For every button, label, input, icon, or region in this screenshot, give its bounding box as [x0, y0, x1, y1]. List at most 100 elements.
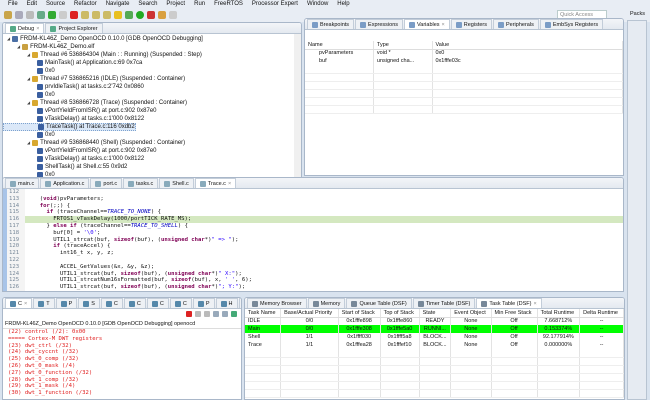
debug-tree-frame[interactable]: vPortYieldFromISR() at port.c:902 0x87e0 — [3, 107, 157, 115]
debug-tree-frame[interactable]: vTaskDelay() at tasks.c:1'000 0x8122 — [3, 155, 144, 163]
tab-c[interactable]: C — [146, 298, 169, 308]
remove-launch-icon[interactable] — [195, 311, 201, 317]
tab-expressions[interactable]: Expressions — [355, 19, 404, 29]
debug-tree-thread[interactable]: ◢ Thread #7 536865216 (IDLE) (Suspended :… — [3, 75, 185, 83]
debug-tree-frame[interactable]: 0x0 — [3, 91, 55, 99]
task-row[interactable]: Shell 1/1 0x1ffff030 0x1ffff5a8 BLOCK... None… — [245, 333, 624, 341]
tab-registers[interactable]: Registers — [450, 19, 492, 29]
expand-arrow-icon[interactable]: ◢ — [27, 139, 30, 147]
debug-tree-frame[interactable]: TraceTask() at Trace.c:116 0xdb2 — [3, 123, 136, 131]
close-icon[interactable]: × — [533, 299, 536, 309]
flash-icon[interactable] — [114, 11, 122, 19]
tab-tasks-c[interactable]: tasks.c — [123, 178, 159, 188]
variable-row[interactable]: pvParameters void * 0x0 — [305, 49, 623, 57]
debug-icon[interactable] — [125, 11, 133, 19]
console-output[interactable]: (22) control (/2): 0x00 ===== Cortex-M DW… — [3, 328, 241, 397]
debug-tree-launch[interactable]: ◢ FRDM-KL46Z_Demo OpenOCD 0.10.0 [GDB Ope… — [3, 35, 203, 43]
build-icon[interactable] — [37, 11, 45, 19]
column-header[interactable]: Name — [305, 41, 374, 50]
tab-debug[interactable]: Debug × — [5, 23, 45, 34]
menu-edit[interactable]: Edit — [27, 0, 37, 8]
scrollbar[interactable] — [294, 34, 301, 181]
external-tools-icon[interactable] — [147, 11, 155, 19]
tab-trace-c[interactable]: Trace.c × — [194, 178, 237, 189]
menu-file[interactable]: File — [8, 0, 18, 8]
tab-q[interactable]: Q — [238, 298, 241, 308]
tab-task-table-dsf-[interactable]: Task Table (DSF) × — [476, 298, 542, 309]
debug-tree-frame[interactable]: 0x0 — [3, 67, 55, 75]
tab-project-explorer[interactable]: Project Explorer — [45, 23, 103, 33]
save-all-icon[interactable] — [26, 11, 34, 19]
expand-arrow-icon[interactable]: ◢ — [27, 99, 30, 107]
column-header[interactable]: Total Runtime — [537, 309, 581, 318]
tab-memory-browser[interactable]: Memory Browser — [247, 298, 307, 308]
scroll-lock-icon[interactable] — [213, 311, 219, 317]
clear-console-icon[interactable] — [204, 311, 210, 317]
save-icon[interactable] — [15, 11, 23, 19]
column-header[interactable]: Task Name — [245, 309, 282, 318]
tab-peripherals[interactable]: Peripherals — [493, 19, 539, 29]
expand-arrow-icon[interactable]: ◢ — [7, 35, 10, 43]
task-row[interactable]: IDLE 0/0 0x1fffe898 0x1fffe860 READY None Off 7… — [245, 317, 624, 325]
debug-tree-thread[interactable]: ◢ Thread #8 536866728 (Trace) (Suspended … — [3, 99, 187, 107]
close-icon[interactable]: × — [442, 20, 445, 30]
tab-h[interactable]: H — [215, 298, 238, 308]
menu-navigate[interactable]: Navigate — [106, 0, 130, 8]
menu-project[interactable]: Project — [166, 0, 185, 8]
menu-refactor[interactable]: Refactor — [74, 0, 97, 8]
tab-p[interactable]: P — [192, 298, 215, 308]
column-header[interactable]: Value — [432, 41, 623, 50]
debug-tree-frame[interactable]: MainTask() at Application.c:69 0x7ca — [3, 59, 142, 67]
task-row[interactable]: Trace 1/1 0x1fffea28 0x1fffef10 BLOCK... None… — [245, 341, 624, 349]
tab-s[interactable]: S — [78, 298, 100, 308]
menu-processor-expert[interactable]: Processor Expert — [252, 0, 298, 8]
task-row[interactable]: Main 0/0 0x1fffe308 0x1fffe5a0 RUNNI... None O… — [245, 325, 624, 333]
step-over-icon[interactable] — [92, 11, 100, 19]
tab-application-c[interactable]: Application.c — [40, 178, 90, 188]
expand-arrow-icon[interactable]: ◢ — [27, 75, 30, 83]
perspective-packs[interactable]: Packs — [630, 11, 645, 17]
tab-t[interactable]: T — [33, 298, 55, 308]
menu-source[interactable]: Source — [46, 0, 65, 8]
debug-tree-frame[interactable]: ShellTask() at Shell.c:55 0x9d2 — [3, 163, 127, 171]
close-icon[interactable]: × — [24, 299, 27, 309]
column-header[interactable]: Event Object — [450, 309, 492, 318]
forward-icon[interactable] — [169, 11, 177, 19]
column-header[interactable]: Top of Stack — [380, 309, 420, 318]
pin-console-icon[interactable] — [222, 311, 228, 317]
column-header[interactable]: Type — [373, 41, 433, 50]
tab-p[interactable]: P — [55, 298, 78, 308]
close-icon[interactable]: × — [36, 24, 39, 34]
debug-tree-frame[interactable]: prvIdleTask() at tasks.c:2'742 0x0860 — [3, 83, 144, 91]
debug-tree-frame[interactable]: 0x0 — [3, 131, 55, 139]
step-into-icon[interactable] — [81, 11, 89, 19]
variable-row[interactable]: buf unsigned cha... 0x1fffe03c — [305, 57, 623, 65]
close-icon[interactable]: × — [228, 179, 231, 189]
tab-memory[interactable]: Memory — [307, 298, 346, 308]
tab-embsys-registers[interactable]: EmbSys Registers — [539, 19, 604, 29]
terminate-icon[interactable] — [186, 311, 192, 317]
column-header[interactable]: Start of Stack — [338, 309, 381, 318]
debug-tree-frame[interactable]: vTaskDelay() at tasks.c:1'000 0x8122 — [3, 115, 144, 123]
tab-port-c[interactable]: port.c — [90, 178, 123, 188]
expand-arrow-icon[interactable]: ◢ — [27, 51, 30, 59]
tab-c[interactable]: C — [123, 298, 146, 308]
tab-c[interactable]: C — [169, 298, 192, 308]
terminate-icon[interactable] — [70, 11, 78, 19]
menu-search[interactable]: Search — [138, 0, 157, 8]
column-header[interactable]: Delta Runtime — [579, 309, 624, 318]
new-icon[interactable] — [4, 11, 12, 19]
menu-help[interactable]: Help — [337, 0, 349, 8]
tab-variables[interactable]: Variables × — [404, 19, 450, 29]
tab-c[interactable]: C × — [5, 298, 33, 309]
tab-queue-table-dsf-[interactable]: Queue Table (DSF) — [346, 298, 412, 308]
column-header[interactable]: Min Free Stack — [491, 309, 538, 318]
column-header[interactable]: Base/Actual Priority — [280, 309, 339, 318]
code-editor[interactable]: 112 113 (void)pvParameters; 114 for(;;) {1… — [3, 189, 623, 291]
tab-breakpoints[interactable]: Breakpoints — [307, 19, 355, 29]
debug-tree-thread[interactable]: ◢ Thread #6 536864304 (Main : : Running) … — [3, 51, 202, 59]
menu-run[interactable]: Run — [194, 0, 205, 8]
run-icon[interactable] — [136, 11, 144, 19]
resume-icon[interactable] — [48, 11, 56, 19]
debug-tree-frame[interactable]: vPortYieldFromISR() at port.c:902 0x87e0 — [3, 147, 157, 155]
